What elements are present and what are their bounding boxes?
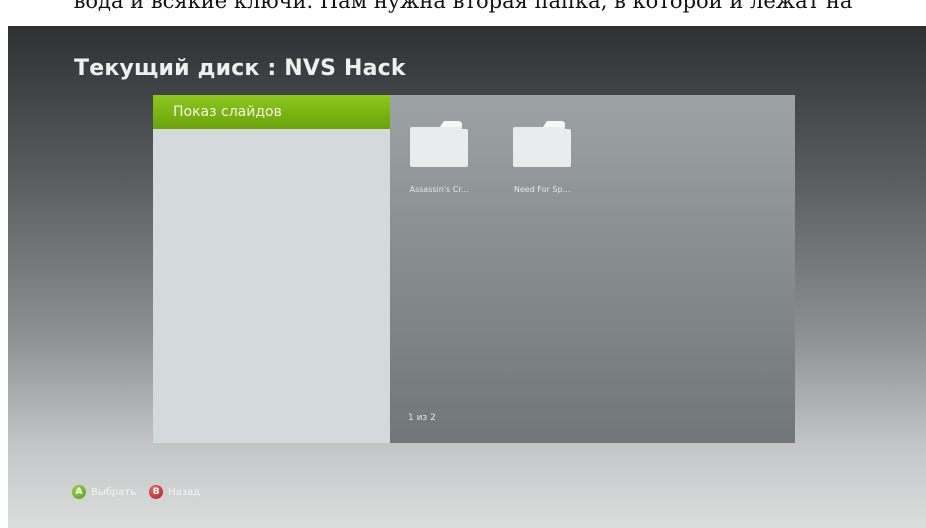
- caption-line: вода и всякие ключи. Нам нужна вторая па…: [73, 0, 853, 13]
- folder-browser-panel: Assassin's Cr... Need For Sp... 1 из 2: [390, 95, 795, 443]
- folder-tile[interactable]: Need For Sp...: [503, 117, 581, 207]
- folder-icon: [513, 121, 571, 167]
- a-button-icon[interactable]: A: [72, 485, 86, 499]
- back-hint-label: Назад: [168, 486, 201, 498]
- menu-item-slideshow[interactable]: Показ слайдов: [153, 95, 390, 129]
- page-indicator: 1 из 2: [408, 413, 436, 423]
- folder-label: Assassin's Cr...: [409, 185, 469, 194]
- b-button-icon[interactable]: B: [149, 485, 164, 499]
- folder-tile[interactable]: Assassin's Cr...: [400, 117, 478, 207]
- menu-panel: Показ слайдов: [153, 95, 390, 443]
- page-title: Текущий диск : NVS Hack: [74, 56, 406, 81]
- select-hint-label: Выбрать: [91, 486, 137, 498]
- folder-label: Need For Sp...: [513, 185, 571, 194]
- xbox-dashboard-screen: Текущий диск : NVS Hack Показ слайдов As…: [8, 26, 926, 528]
- article-caption-text: вода и всякие ключи. Нам нужна вторая па…: [0, 0, 926, 26]
- folder-icon: [410, 121, 468, 167]
- button-hints: A Выбрать B Назад: [72, 484, 208, 500]
